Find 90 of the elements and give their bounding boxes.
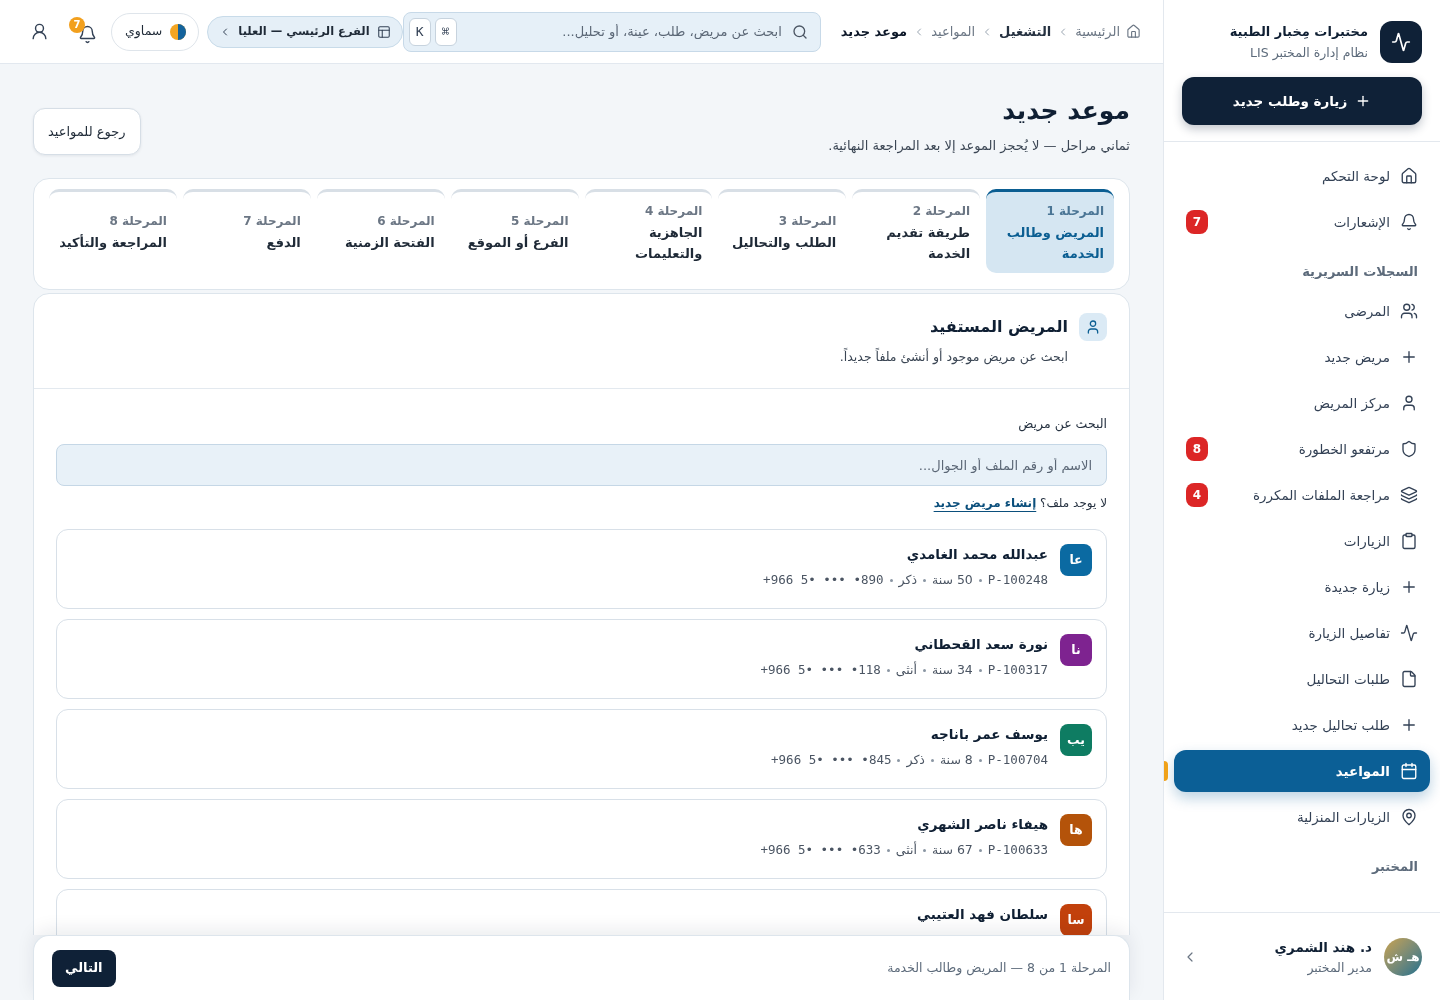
- patient-name: سلطان فهد العتيبي: [917, 905, 1048, 924]
- patient-name: يوسف عمر باناجه: [929, 725, 1048, 744]
- count-badge: 8: [1186, 437, 1208, 461]
- half-circle-icon: [169, 22, 188, 41]
- patient-avatar: يب: [1060, 724, 1092, 756]
- shield-icon: [1400, 440, 1418, 458]
- active-indicator: [1164, 761, 1168, 781]
- patient-avatar: عا: [1060, 544, 1092, 576]
- home-icon: [1400, 167, 1418, 185]
- patient-gender: ذكر: [906, 751, 925, 770]
- step-progress-text: المرحلة 1 من 8 — المريض وطالب الخدمة: [887, 958, 1111, 978]
- patient-name: نورة سعد القحطاني: [913, 635, 1048, 654]
- user-icon[interactable]: [30, 22, 49, 41]
- breadcrumb-link[interactable]: الرئيسية: [1075, 21, 1120, 42]
- nav-section-heading: المختبر: [1371, 858, 1418, 877]
- layers-icon: [1400, 486, 1418, 504]
- step-tab[interactable]: المرحلة 1 المريض وطالب الخدمة: [986, 189, 1114, 273]
- user-role: مدير المختبر: [1306, 958, 1372, 978]
- breadcrumb-section: التشغيل: [999, 21, 1052, 42]
- plus-icon: [1400, 578, 1418, 596]
- section-title: المريض المستفيد: [929, 316, 1068, 338]
- patient-phone: +966 5• ••• •633: [760, 841, 881, 859]
- patient-phone: +966 5• ••• •890: [763, 571, 884, 589]
- user-avatar: هـ ش: [1384, 937, 1422, 976]
- nav-item[interactable]: مريض جديد: [1174, 336, 1430, 378]
- patient-age: 50 سنة: [931, 571, 973, 589]
- bell-icon: [78, 24, 97, 44]
- home-icon[interactable]: [1126, 24, 1141, 39]
- nav-item[interactable]: المواعيد: [1174, 750, 1430, 792]
- nav-item[interactable]: مركز المريض: [1174, 382, 1430, 424]
- patient-name: هيفاء ناصر الشهري: [916, 815, 1048, 834]
- create-patient-link[interactable]: إنشاء مريض جديد: [933, 496, 1037, 510]
- search-icon: [791, 23, 808, 40]
- breadcrumb-current: موعد جديد: [840, 22, 908, 41]
- layout-icon: [376, 24, 391, 39]
- count-badge: 7: [1186, 210, 1208, 234]
- logo-icon: [1380, 21, 1422, 63]
- nav-item[interactable]: طلبات التحاليل: [1174, 658, 1430, 700]
- brand-subtitle: نظام إدارة المختبر LIS: [1249, 44, 1368, 63]
- branch-selector[interactable]: الفرع الرئيسي — العليا: [207, 15, 403, 48]
- clipboard-icon: [1400, 532, 1418, 550]
- search-label: البحث عن مريض: [1017, 415, 1107, 433]
- patient-gender: أنثى: [895, 660, 917, 679]
- user-icon: [1400, 394, 1418, 412]
- patient-age: 67 سنة: [931, 841, 973, 859]
- new-visit-button[interactable]: زيارة وطلب جديد: [1182, 77, 1422, 125]
- nav-item[interactable]: زيارة جديدة: [1174, 566, 1430, 608]
- patient-name: عبدالله محمد الغامدي: [905, 545, 1048, 564]
- file-number: P-100317: [987, 661, 1048, 679]
- notification-badge: 7: [69, 16, 85, 33]
- nav-item[interactable]: لوحة التحكم: [1174, 155, 1430, 197]
- count-badge: 4: [1186, 483, 1208, 507]
- nav-item[interactable]: المرضى: [1174, 290, 1430, 332]
- no-file-prompt: لا يوجد ملف؟ إنشاء مريض جديد: [932, 495, 1107, 512]
- back-button[interactable]: رجوع للمواعيد: [33, 108, 141, 155]
- patient-phone: +966 5• ••• •118: [760, 661, 881, 679]
- patient-age: 8 سنة: [939, 751, 973, 769]
- plus-icon: [1400, 716, 1418, 734]
- pulse-icon: [1400, 624, 1418, 642]
- next-button[interactable]: التالي: [52, 949, 116, 987]
- nav-section-heading: السجلات السريرية: [1302, 263, 1418, 282]
- plus-icon: [1400, 348, 1418, 366]
- breadcrumb-link[interactable]: المواعيد: [931, 21, 976, 42]
- page-title: موعد جديد: [1001, 95, 1130, 127]
- file-icon: [1400, 670, 1418, 688]
- file-number: P-100248: [987, 571, 1048, 589]
- theme-toggle[interactable]: سماوي: [111, 12, 200, 51]
- user-icon: [1079, 313, 1107, 341]
- patient-avatar: سا: [1060, 904, 1092, 935]
- file-number: P-100633: [987, 841, 1048, 859]
- patient-card[interactable]: سا سلطان فهد العتيبي: [56, 889, 1107, 935]
- section-description: ابحث عن مريض موجود أو أنشئ ملفاً جديداً.: [839, 347, 1068, 367]
- page-subtitle: ثماني مراحل — لا يُحجز الموعد إلا بعد المراجعة النهائية.: [828, 137, 1130, 156]
- map-pin-icon: [1400, 808, 1418, 826]
- bell-icon: [1400, 213, 1418, 231]
- brand-title: مختبرات مِخبار الطبية: [1229, 23, 1368, 41]
- patient-avatar: نا: [1060, 634, 1092, 666]
- user-name: د. هند الشمري: [1274, 937, 1372, 958]
- patient-phone: +966 5• ••• •845: [771, 751, 892, 769]
- file-number: P-100704: [987, 751, 1048, 769]
- patient-avatar: ها: [1060, 814, 1092, 846]
- users-icon: [1400, 302, 1418, 320]
- patient-gender: ذكر: [898, 571, 917, 590]
- nav-item[interactable]: طلب تحاليل جديد: [1174, 704, 1430, 746]
- nav-item[interactable]: الزيارات المنزلية: [1174, 796, 1430, 838]
- patient-gender: أنثى: [895, 840, 917, 859]
- calendar-icon: [1400, 762, 1418, 780]
- nav-item[interactable]: الزيارات: [1174, 520, 1430, 562]
- patient-age: 34 سنة: [931, 661, 973, 679]
- nav-item[interactable]: تفاصيل الزيارة: [1174, 612, 1430, 654]
